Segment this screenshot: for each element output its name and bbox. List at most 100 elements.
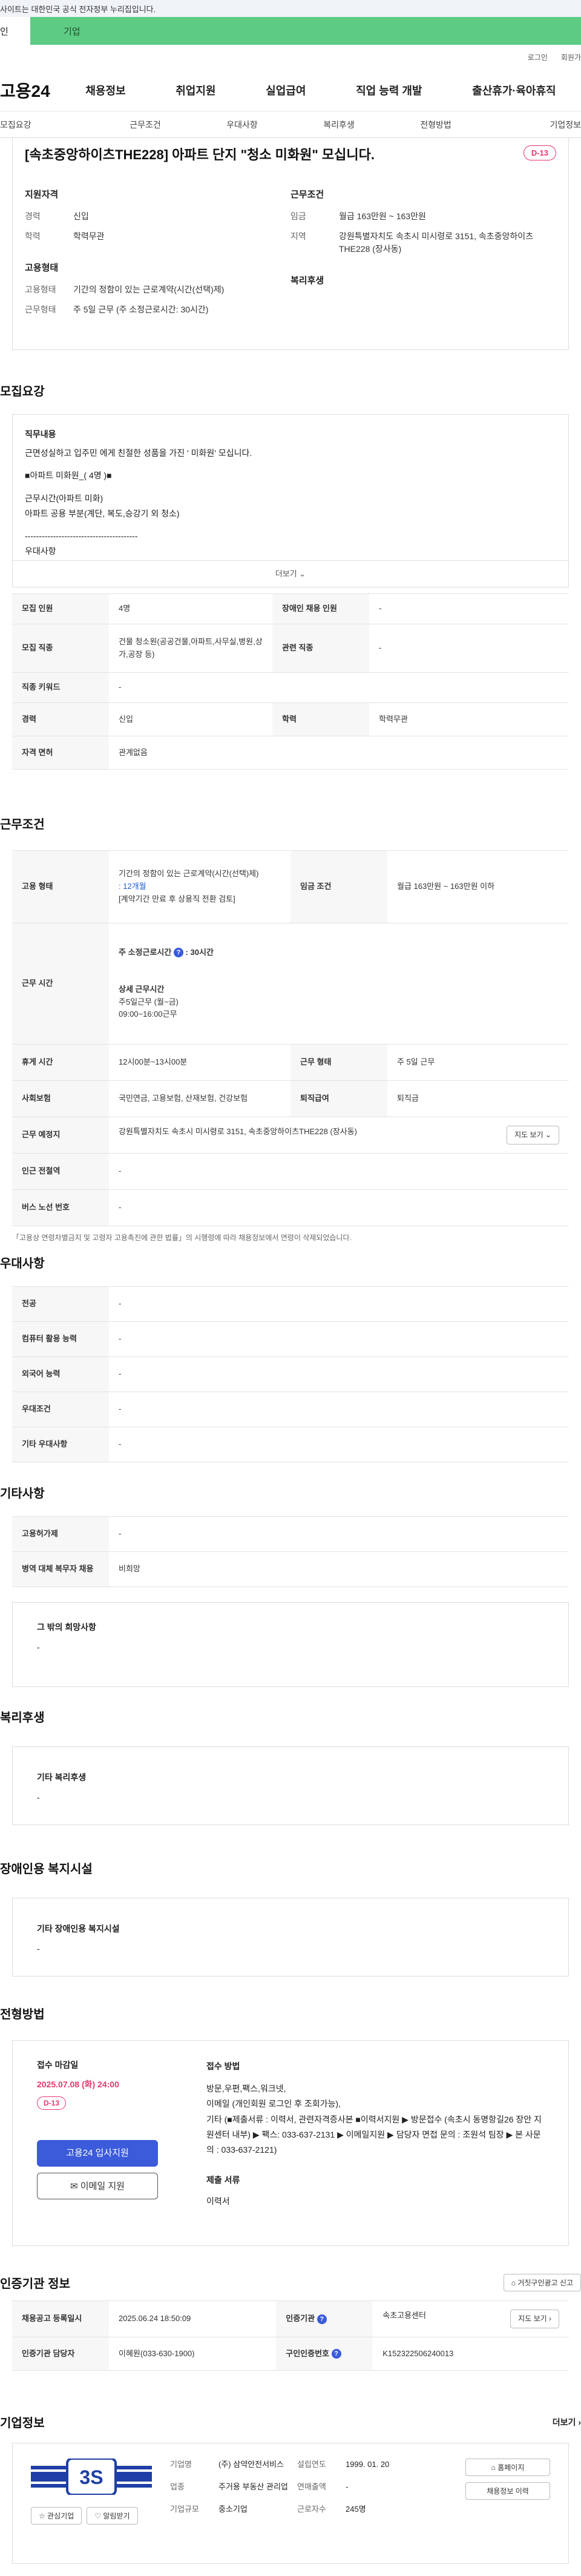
desc-line: ■아파트 미화원_( 4명 )■	[25, 471, 112, 481]
org-key-label: 인증기관	[286, 2314, 315, 2323]
summary-value: 강원특별자치도 속초시 미시령로 3151, 속초중앙하이츠THE228 (장사…	[339, 231, 534, 254]
table-value: 신입	[109, 702, 272, 736]
gnb-item-leave[interactable]: 출산휴가·육아휴직	[472, 82, 556, 98]
hours-detail-1: 주5일근무 (월~금)	[119, 997, 179, 1006]
summary-key: 지역	[290, 231, 306, 241]
mail-icon: ✉	[70, 2181, 78, 2191]
table-row: 외국어 능력 -	[12, 1356, 569, 1392]
deadline-label: 접수 마감일	[37, 2060, 79, 2070]
work-table: 고용 형태 기간의 정함이 있는 근로계약(시간(선택)제) : 12개월 [계…	[12, 850, 569, 1227]
table-row: 모집 직종 건물 청소원(공공건물,아파트,사무실,병원,상가,공장 등) 관련…	[12, 624, 569, 673]
report-button[interactable]: ⌂ 거짓구인광고 신고	[503, 2274, 581, 2291]
email-apply-button[interactable]: ✉ 이메일 지원	[37, 2173, 158, 2199]
table-key: 휴게 시간	[12, 1044, 109, 1081]
signup-link[interactable]: 회원가	[561, 52, 581, 62]
emp-type-cell: 기간의 정함이 있는 근로계약(시간(선택)제) : 12개월 [계약기간 만료…	[109, 850, 290, 923]
company-logo: 3S	[31, 2459, 152, 2495]
company-logo-image: 3S	[31, 2459, 152, 2495]
agency-header: 인증기관 정보 ⌂ 거짓구인광고 신고	[0, 2274, 581, 2291]
table-row: 근무 시간 주 소정근로시간 ? : 30시간 상세 근무시간 주5일근무 (월…	[12, 923, 569, 1045]
deadline-value: 2025.07.08 (화) 24:00	[37, 2079, 119, 2089]
info-icon[interactable]: ?	[173, 948, 183, 958]
fav-company-button[interactable]: ☆ 관심기업	[31, 2507, 82, 2525]
welfare-section: 복리후생 기타 복리후생 -	[0, 1708, 581, 1825]
summary-left: 지원자격 경력 신입 학력 학력무관 고용형태 고용형태 기간의 정함이 있는 근로계…	[25, 188, 290, 323]
summary-value: 학력무관	[73, 231, 105, 241]
summary-right: 근무조건 임금 월급 163만원 ~ 163만원 지역 강원특별자치도 속초시 미시…	[290, 188, 556, 323]
table-value: -	[369, 624, 569, 673]
table-value: 주 5일 근무	[387, 1044, 569, 1081]
table-value: -	[109, 1153, 569, 1191]
table-key: 전공	[12, 1286, 109, 1322]
desc-line: 아파트 공용 부분(계단, 복도,승강기 외 청소)	[25, 508, 180, 518]
subnav-recruit[interactable]: 모집요강	[0, 119, 97, 131]
homepage-label: 홈페이지	[497, 2463, 525, 2472]
company-more-link[interactable]: 더보기 ›	[553, 2416, 581, 2428]
hours-detail-label: 상세 근무시간	[119, 984, 165, 994]
info-icon[interactable]: ?	[317, 2314, 327, 2324]
table-row: 자격 면허 관계없음	[12, 736, 569, 770]
table-row: 고용 형태 기간의 정함이 있는 근로계약(시간(선택)제) : 12개월 [계…	[12, 850, 569, 923]
fav-label: 관심기업	[47, 2512, 74, 2520]
follow-company-button[interactable]: ♡ 알림받기	[87, 2507, 138, 2525]
table-key: 사회보험	[12, 1080, 109, 1117]
num-key-label: 구인인증번호	[286, 2348, 329, 2358]
recruit-title: 모집요강	[0, 385, 45, 398]
table-row: 버스 노선 번호 -	[12, 1189, 569, 1227]
info-icon[interactable]: ?	[331, 2349, 341, 2359]
homepage-button[interactable]: ⌂ 홈페이지	[465, 2459, 550, 2476]
subnav-work[interactable]: 근무조건	[97, 119, 194, 131]
gnb-item-training[interactable]: 직업 능력 개발	[356, 82, 422, 98]
table-value: -	[109, 1286, 569, 1322]
summary-row: 근무형태 주 5일 근무 (주 소정근로시간: 30시간)	[25, 303, 290, 316]
subnav-selection[interactable]: 전형방법	[387, 119, 484, 131]
table-value: 학력무관	[369, 702, 569, 736]
tab-company[interactable]: 기업	[30, 17, 581, 45]
more-button[interactable]: 더보기 ⌄	[13, 560, 568, 587]
gnb-item-jobs[interactable]: 채용정보	[85, 82, 125, 98]
table-value: 관계없음	[109, 736, 569, 770]
job-title: [속초중앙하이츠THE228] 아파트 단지 "청소 미화원" 모십니다.	[25, 147, 375, 162]
age-note: 「고용상 연령차별금지 및 고령자 고용촉진에 관한 법률」의 시행령에 따라 …	[12, 1234, 352, 1243]
gov-banner: 사이트는 대한민국 공식 전자정부 누리집입니다.	[0, 0, 581, 17]
hope-box: 그 밖의 희망사항 -	[12, 1602, 569, 1687]
table-key: 직종 키워드	[12, 672, 109, 703]
table-key: 컴퓨터 활용 능력	[12, 1321, 109, 1357]
site-logo[interactable]: 고용24	[0, 78, 61, 102]
table-value: 2025.06.24 18:50:09	[109, 2300, 277, 2338]
hours-week-label: 주 소정근로시간	[119, 947, 172, 957]
summary-key: 학력	[25, 231, 41, 241]
desc-label: 직무내용	[25, 429, 56, 439]
summary-row: 지역 강원특별자치도 속초시 미시령로 3151, 속초중앙하이츠THE228 (…	[290, 230, 556, 256]
company-logo-text: 3S	[79, 2466, 103, 2488]
gnb-item-support[interactable]: 취업지원	[176, 82, 215, 98]
apply-button[interactable]: 고용24 입사지원	[37, 2140, 158, 2167]
global-nav: 고용24 채용정보 취업지원 실업급여 직업 능력 개발 출산휴가·육아휴직	[0, 69, 581, 111]
table-value: 이혜원(033-630-1900)	[109, 2337, 277, 2371]
table-row: 직종 키워드 -	[12, 672, 569, 703]
map-button[interactable]: 지도 보기 ⌄	[507, 1126, 559, 1145]
subnav-pref[interactable]: 우대사항	[194, 119, 290, 131]
company-logo-col: 3S ☆ 관심기업 ♡ 알림받기	[31, 2459, 170, 2548]
agency-map-button[interactable]: 지도 보기 ›	[510, 2310, 559, 2329]
method-line: 기타 (■제출서류 : 이력서, 관련자격증사본 ■이력서지원 ▶ 방문접수 (…	[206, 2114, 542, 2155]
company-actions: ☆ 관심기업 ♡ 알림받기	[31, 2507, 170, 2525]
summary-key: 고용형태	[25, 285, 56, 294]
desc-line	[25, 484, 556, 491]
login-link[interactable]: 로그인	[528, 52, 548, 62]
gnb-item-benefit[interactable]: 실업급여	[266, 82, 306, 98]
dday-badge: D-13	[37, 2096, 67, 2110]
summary-grid: 지원자격 경력 신입 학력 학력무관 고용형태 고용형태 기간의 정함이 있는 근로계…	[25, 188, 556, 323]
table-key: 모집 직종	[12, 624, 109, 673]
subnav-company[interactable]: 기업정보	[484, 119, 581, 131]
tab-person[interactable]: 인	[0, 17, 30, 45]
company-key: 업종	[170, 2482, 185, 2491]
history-button[interactable]: 채용정보 이력	[465, 2482, 550, 2500]
company-row: 기업명 (주) 삼약안전서비스 설립연도 1999. 01. 20	[170, 2459, 465, 2471]
table-key: 고용 형태	[12, 850, 109, 923]
subnav-welfare[interactable]: 복리후생	[290, 119, 387, 131]
table-value: 퇴직금	[387, 1080, 569, 1117]
disabled-label: 기타 장애인용 복지시설	[37, 1924, 120, 1934]
table-row: 인증기관 담당자 이혜원(033-630-1900) 구인인증번호 ? K152…	[12, 2337, 569, 2371]
summary-value: 신입	[73, 211, 89, 221]
